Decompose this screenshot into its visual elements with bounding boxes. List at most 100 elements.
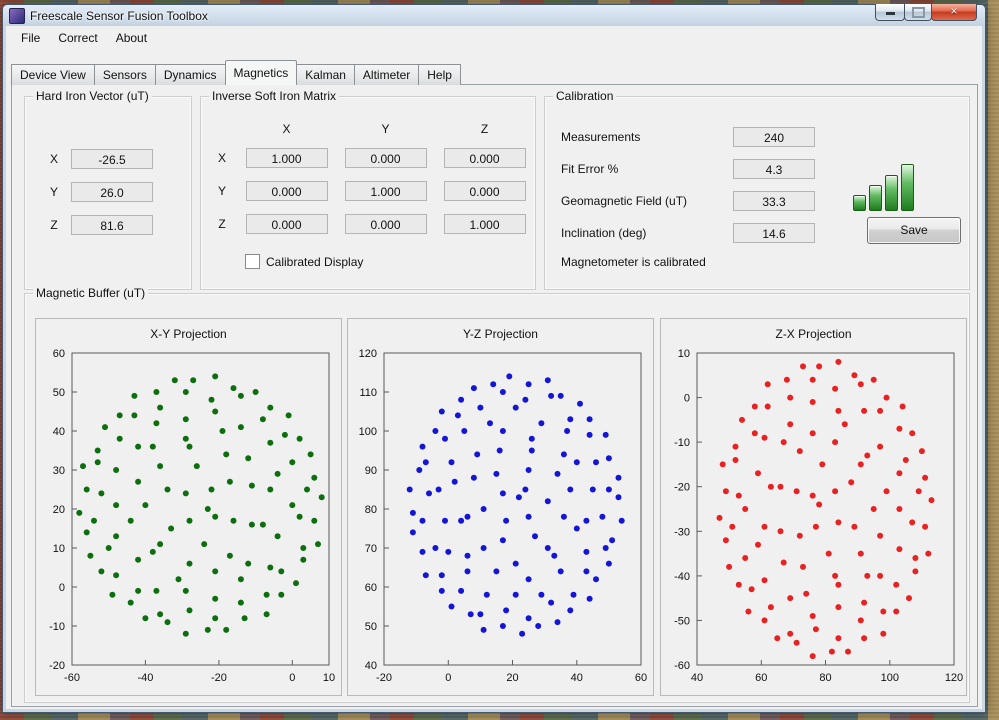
hard-iron-x-label: X <box>49 152 58 166</box>
calibration-title: Calibration <box>553 89 617 103</box>
svg-text:50: 50 <box>53 387 65 399</box>
svg-text:80: 80 <box>819 672 831 684</box>
titlebar[interactable]: Freescale Sensor Fusion Toolbox × <box>3 4 985 26</box>
hard-iron-y-value[interactable]: 26.0 <box>71 182 153 202</box>
svg-text:-20: -20 <box>674 482 690 494</box>
svg-text:-20: -20 <box>211 672 227 684</box>
hard-iron-title: Hard Iron Vector (uT) <box>33 89 152 103</box>
signal-bar <box>869 185 882 211</box>
tab-kalman[interactable]: Kalman <box>296 64 355 85</box>
close-button[interactable]: × <box>931 4 977 21</box>
signal-bar <box>853 195 866 211</box>
inclination-value[interactable]: 14.6 <box>733 223 815 243</box>
menu-correct[interactable]: Correct <box>49 27 106 49</box>
hard-iron-groupbox: Hard Iron Vector (uT) X -26.5 Y 26.0 Z 8… <box>24 89 192 290</box>
svg-text:-10: -10 <box>49 621 65 633</box>
soft-iron-col-z: Z <box>480 122 489 136</box>
magnetic-buffer-title: Magnetic Buffer (uT) <box>33 286 149 300</box>
chart-panel-yz: -20 0 20 40 60 40 50 60 70 80 90 100 110 120 Y-Z Proj… <box>347 318 654 696</box>
soft-iron-cell-xy[interactable]: 0.000 <box>344 147 427 168</box>
xy-projection-chart: -60 -40 -20 0 10 -20 -10 0 10 20 30 40 50 60 <box>36 319 341 695</box>
chart-panel-zx: 40 60 80 100 120 -60 -50 -40 -30 -20 -10 0 10 Z-X Pr… <box>660 318 967 696</box>
svg-text:40: 40 <box>365 660 377 672</box>
soft-iron-title: Inverse Soft Iron Matrix <box>209 89 340 103</box>
hard-iron-y-label: Y <box>49 185 58 199</box>
svg-text:-30: -30 <box>674 526 690 538</box>
svg-text:20: 20 <box>506 672 518 684</box>
maximize-icon <box>911 7 925 18</box>
soft-iron-col-x: X <box>282 122 291 136</box>
menu-file[interactable]: File <box>12 27 49 49</box>
svg-text:0: 0 <box>289 672 295 684</box>
svg-text:-60: -60 <box>64 672 80 684</box>
soft-iron-row-z: Z <box>218 216 226 231</box>
soft-iron-col-y: Y <box>381 122 390 136</box>
tab-dynamics[interactable]: Dynamics <box>154 64 226 85</box>
svg-text:20: 20 <box>53 504 65 516</box>
xy-projection-title: X-Y Projection <box>150 327 227 341</box>
hard-iron-grid: X -26.5 Y 26.0 Z 81.6 <box>37 149 163 235</box>
svg-text:-40: -40 <box>137 672 153 684</box>
magnetics-tab-panel: Hard Iron Vector (uT) X -26.5 Y 26.0 Z 8… <box>11 84 978 707</box>
minimize-button[interactable] <box>875 4 905 21</box>
svg-text:60: 60 <box>635 672 647 684</box>
svg-text:-40: -40 <box>674 571 690 583</box>
signal-strength-icon <box>853 163 919 211</box>
save-button[interactable]: Save <box>867 217 961 244</box>
fit-error-value[interactable]: 4.3 <box>733 159 815 179</box>
measurements-label: Measurements <box>561 130 641 144</box>
tab-magnetics[interactable]: Magnetics <box>224 60 298 85</box>
soft-iron-cell-xx[interactable]: 1.000 <box>245 147 328 168</box>
svg-text:60: 60 <box>53 348 65 360</box>
svg-text:120: 120 <box>945 672 963 684</box>
menu-about[interactable]: About <box>107 27 156 49</box>
zx-projection-chart: 40 60 80 100 120 -60 -50 -40 -30 -20 -10 0 10 <box>661 319 966 695</box>
hard-iron-z-value[interactable]: 81.6 <box>71 215 153 235</box>
soft-iron-cell-zy[interactable]: 0.000 <box>344 213 427 234</box>
svg-text:0: 0 <box>684 393 690 405</box>
tab-sensors[interactable]: Sensors <box>93 64 156 85</box>
soft-iron-cell-yz[interactable]: 0.000 <box>443 180 526 201</box>
maximize-button[interactable] <box>904 4 932 21</box>
svg-text:90: 90 <box>365 465 377 477</box>
svg-text:0: 0 <box>59 582 65 594</box>
fit-error-label: Fit Error % <box>561 162 619 176</box>
close-icon: × <box>950 4 958 18</box>
chart-panel-xy: -60 -40 -20 0 10 -20 -10 0 10 20 30 40 50 60 X-Y Proj… <box>35 318 342 696</box>
svg-text:100: 100 <box>881 672 899 684</box>
svg-text:10: 10 <box>53 543 65 555</box>
app-icon <box>9 7 25 24</box>
menubar: File Correct About <box>6 26 982 50</box>
measurements-value[interactable]: 240 <box>733 127 815 147</box>
hard-iron-x-value[interactable]: -26.5 <box>71 149 153 169</box>
svg-text:-50: -50 <box>674 615 690 627</box>
svg-text:120: 120 <box>359 348 377 360</box>
soft-iron-cell-zz[interactable]: 1.000 <box>443 213 526 234</box>
geomagnetic-field-label: Geomagnetic Field (uT) <box>561 194 688 208</box>
calibrated-display-checkbox[interactable] <box>245 254 260 269</box>
svg-text:-10: -10 <box>674 437 690 449</box>
magnetic-buffer-groupbox: Magnetic Buffer (uT) -60 -40 -20 0 10 -20 -10 0… <box>24 286 970 703</box>
svg-text:60: 60 <box>755 672 767 684</box>
soft-iron-cell-yx[interactable]: 0.000 <box>245 180 328 201</box>
tabstrip: Device View Sensors Dynamics Magnetics K… <box>11 60 461 85</box>
soft-iron-grid: X Y Z X 1.000 0.000 0.000 Y 0.000 1.000 … <box>207 117 534 240</box>
calibration-groupbox: Calibration Measurements 240 Fit Error %… <box>544 89 970 290</box>
tab-help[interactable]: Help <box>418 64 461 85</box>
soft-iron-cell-xz[interactable]: 0.000 <box>443 147 526 168</box>
svg-text:-20: -20 <box>376 672 392 684</box>
svg-text:40: 40 <box>691 672 703 684</box>
tab-device-view[interactable]: Device View <box>11 64 95 85</box>
zx-projection-title: Z-X Projection <box>775 327 852 341</box>
tab-altimeter[interactable]: Altimeter <box>353 64 420 85</box>
svg-text:50: 50 <box>365 621 377 633</box>
svg-text:30: 30 <box>53 465 65 477</box>
svg-text:110: 110 <box>359 387 377 399</box>
svg-text:40: 40 <box>53 426 65 438</box>
geomagnetic-field-value[interactable]: 33.3 <box>733 191 815 211</box>
soft-iron-row-y: Y <box>217 183 226 198</box>
soft-iron-row-x: X <box>217 150 226 165</box>
client-area: File Correct About Device View Sensors D… <box>6 26 982 709</box>
soft-iron-cell-yy[interactable]: 1.000 <box>344 180 427 201</box>
soft-iron-cell-zx[interactable]: 0.000 <box>245 213 328 234</box>
